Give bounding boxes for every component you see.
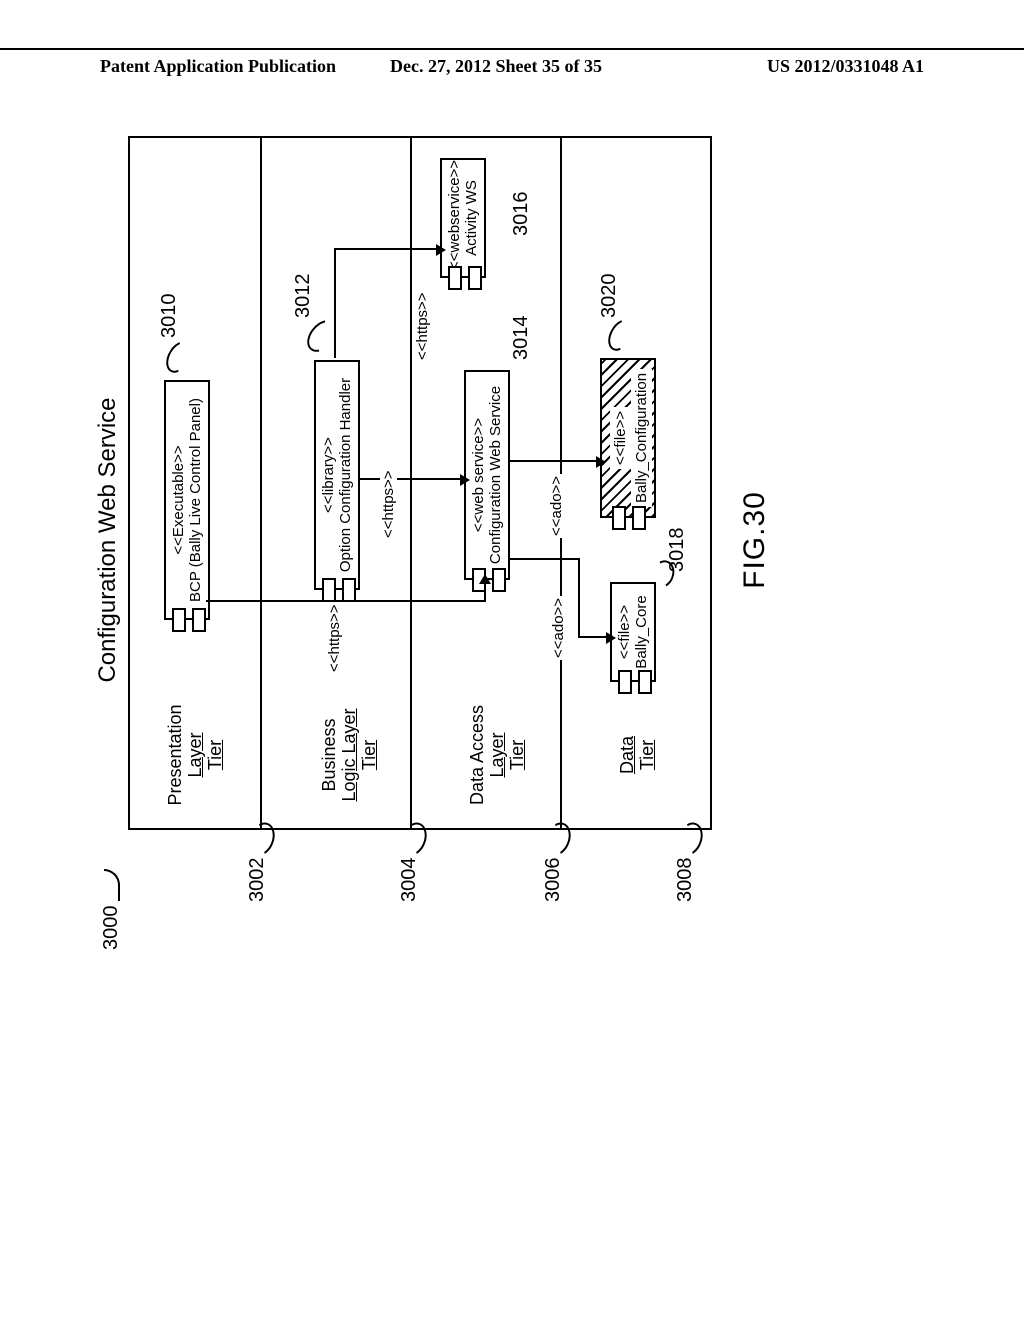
wire-bcp-to-cws: [206, 600, 486, 602]
comp-bcp: <<Executable>> BCP (Bally Live Control P…: [164, 380, 210, 620]
ref-3008: 3008: [674, 858, 697, 903]
tier-divider-2: [410, 138, 412, 828]
ref-3000: 3000: [100, 870, 123, 951]
ref-3014: 3014: [510, 316, 533, 361]
comp-bally-configuration: <<file>> Bally_Configuration: [600, 358, 656, 518]
comp-config-ws: <<web service>> Configuration Web Servic…: [464, 370, 510, 580]
ref-3020: 3020: [598, 274, 621, 319]
ref-3010: 3010: [158, 294, 181, 339]
conn-https-2: <<https>>: [380, 468, 397, 540]
ref-3006: 3006: [542, 858, 565, 903]
comp-bally-core: <<file>> Bally_Core: [610, 582, 656, 682]
header-center: Dec. 27, 2012 Sheet 35 of 35: [390, 56, 602, 77]
tier-data: Data Tier: [618, 680, 658, 830]
comp-activity-ws: <<webservice>> Activity WS: [440, 158, 486, 278]
ref-3000-text: 3000: [100, 906, 122, 951]
wire-oh-to-cws: [358, 478, 464, 480]
tier-presentation: Presentation Layer Tier: [166, 680, 225, 830]
header-right: US 2012/0331048 A1: [767, 56, 924, 77]
conn-ado-2: <<ado>>: [548, 474, 565, 538]
ref-3004: 3004: [398, 858, 421, 903]
ref-3012: 3012: [292, 274, 315, 319]
figure-caption: FIG.30: [738, 90, 772, 990]
diagram-title: Configuration Web Service: [94, 90, 122, 990]
header-left: Patent Application Publication: [100, 56, 336, 77]
ref-3002: 3002: [246, 858, 269, 903]
conn-ado-1: <<ado>>: [550, 596, 567, 660]
page-header: Patent Application Publication Dec. 27, …: [0, 48, 1024, 56]
ref-3016: 3016: [510, 192, 533, 237]
tier-data-access: Data Access Layer Tier: [468, 680, 527, 830]
tier-business: Business Logic Layer Tier: [320, 680, 379, 830]
comp-option-handler: <<library>> Option Configuration Handler: [314, 360, 360, 590]
conn-https-1: <<https>>: [326, 602, 343, 674]
tier-divider-1: [260, 138, 262, 828]
diagram: Configuration Web Service 3000 Presentat…: [70, 90, 770, 990]
conn-https-3: <<https>>: [414, 290, 431, 362]
